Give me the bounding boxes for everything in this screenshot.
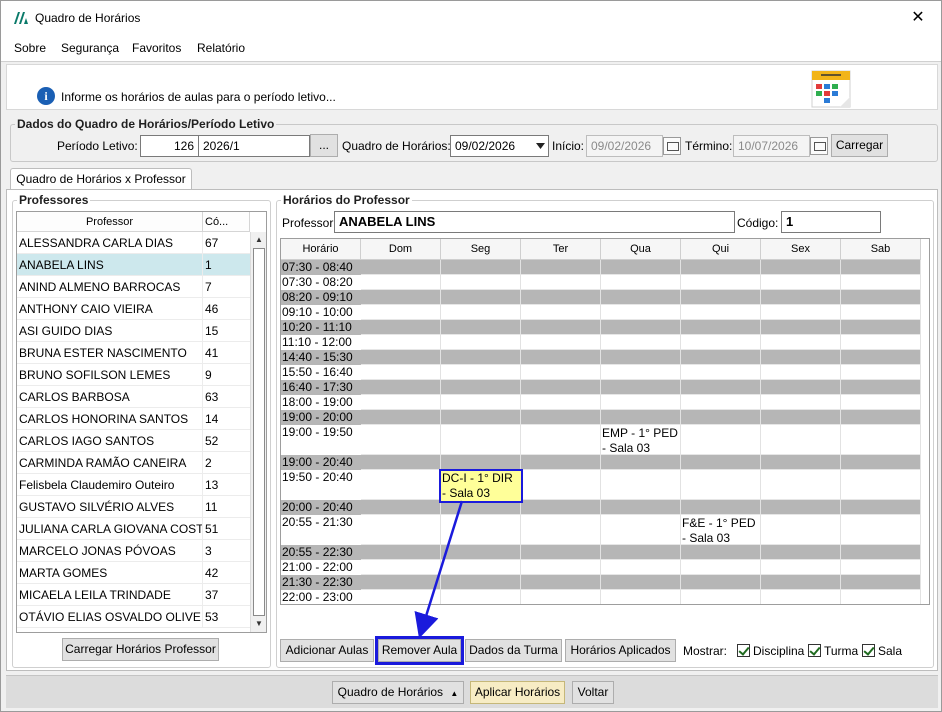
annotation-arrow-icon <box>414 500 464 639</box>
main-window: Quadro de Horários ✕ Sobre Segurança Fav… <box>0 0 942 712</box>
